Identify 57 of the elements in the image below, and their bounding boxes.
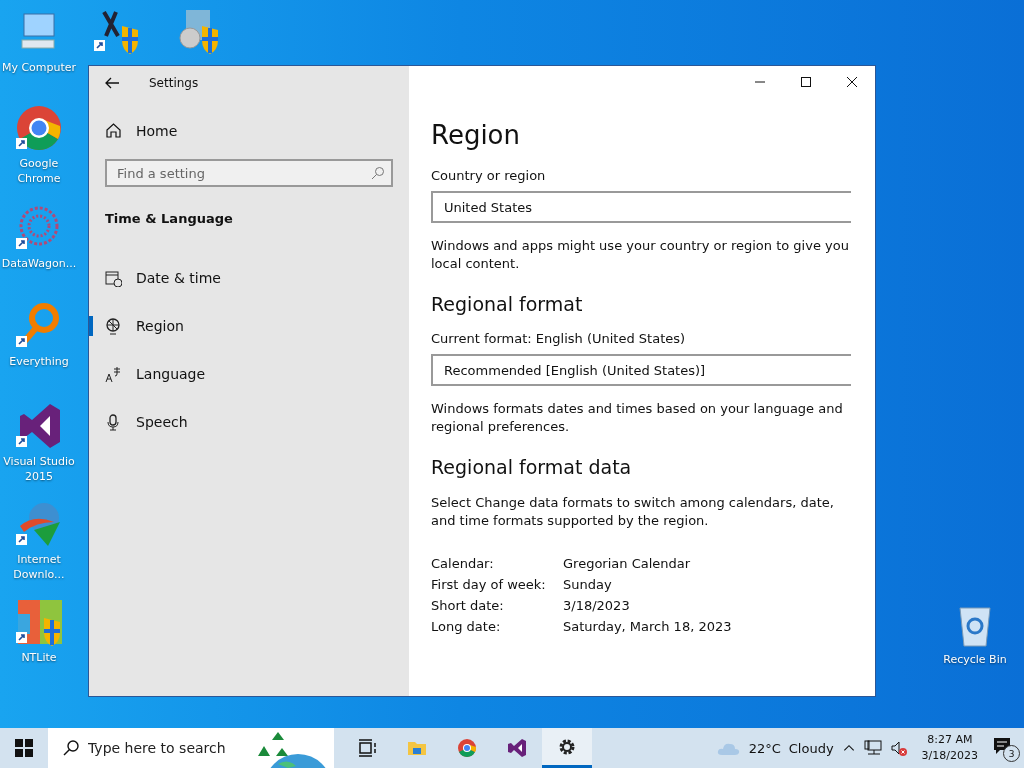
task-view-icon — [357, 738, 377, 758]
icon-label: NTLite — [21, 650, 57, 665]
weather-text: Cloudy — [788, 740, 834, 756]
icon-label: Visual Studio 2015 — [2, 454, 76, 484]
icon-label: Google Chrome — [16, 156, 62, 186]
visual-studio-icon — [507, 738, 527, 758]
nav-item[interactable]: Language — [89, 350, 409, 398]
data-value: 3/18/2023 — [563, 598, 631, 613]
data-value: Saturday, March 18, 2023 — [563, 619, 733, 634]
close-button[interactable] — [846, 76, 858, 88]
country-dropdown[interactable]: United States — [431, 191, 851, 223]
data-label: Short date: — [431, 598, 505, 613]
notification-count: 3 — [1003, 745, 1020, 762]
globe-icon — [105, 317, 122, 335]
nav-item[interactable]: Region — [89, 302, 409, 350]
icon-label: Recycle Bin — [943, 652, 1007, 667]
clock-date[interactable]: 3/18/2023 — [921, 748, 978, 764]
maximize-button[interactable] — [800, 76, 812, 88]
section-heading: Regional format data — [431, 456, 633, 478]
icon-label: Everything — [9, 354, 69, 369]
calendar-icon — [105, 269, 122, 287]
icon-label: DataWagon... — [1, 256, 77, 271]
format-dropdown[interactable]: Recommended [English (United States)] — [431, 354, 851, 386]
network-icon[interactable] — [863, 739, 882, 757]
search-field[interactable]: Find a setting — [105, 159, 393, 187]
section-title: Time & Language — [105, 211, 234, 226]
icon-label: Internet Downlo... — [12, 552, 66, 582]
search-icon — [62, 739, 80, 757]
description-text: Select Change data formats to switch among calendars, date, and time formats supported by the region. — [431, 494, 835, 530]
clock-time[interactable]: 8:27 AM — [927, 732, 973, 748]
taskbar-app-button[interactable] — [542, 728, 592, 768]
home-link[interactable]: Home — [136, 122, 178, 139]
home-icon[interactable] — [105, 122, 122, 139]
data-label: Calendar: — [431, 556, 495, 571]
chrome-icon — [457, 738, 477, 758]
field-label: Current format: English (United States) — [431, 331, 687, 346]
page-heading: Region — [431, 120, 521, 150]
taskbar-search-field[interactable]: Type here to search — [48, 728, 334, 768]
window-title: Settings — [149, 76, 199, 90]
windows-logo-icon[interactable] — [15, 739, 33, 757]
ntlite-icon[interactable] — [14, 598, 64, 648]
temperature-text: 22°C — [748, 740, 781, 756]
field-label: Country or region — [431, 168, 547, 183]
data-label: First day of week: — [431, 577, 547, 592]
nav-item[interactable]: Speech — [89, 398, 409, 446]
description-text: Windows and apps might use your country or region to give you local content. — [431, 237, 850, 273]
section-heading: Regional format — [431, 293, 584, 315]
icon-label: My Computer — [1, 60, 77, 75]
data-value: Sunday — [563, 577, 613, 592]
language-icon — [105, 365, 122, 383]
muted-speaker-icon[interactable] — [889, 739, 908, 757]
nav-item[interactable]: Date & time — [89, 254, 409, 302]
data-label: Long date: — [431, 619, 502, 634]
mic-icon — [105, 413, 122, 431]
data-value: Gregorian Calendar — [563, 556, 692, 571]
description-text: Windows formats dates and times based on your language and regional preferences. — [431, 400, 844, 436]
search-icon — [371, 166, 385, 180]
